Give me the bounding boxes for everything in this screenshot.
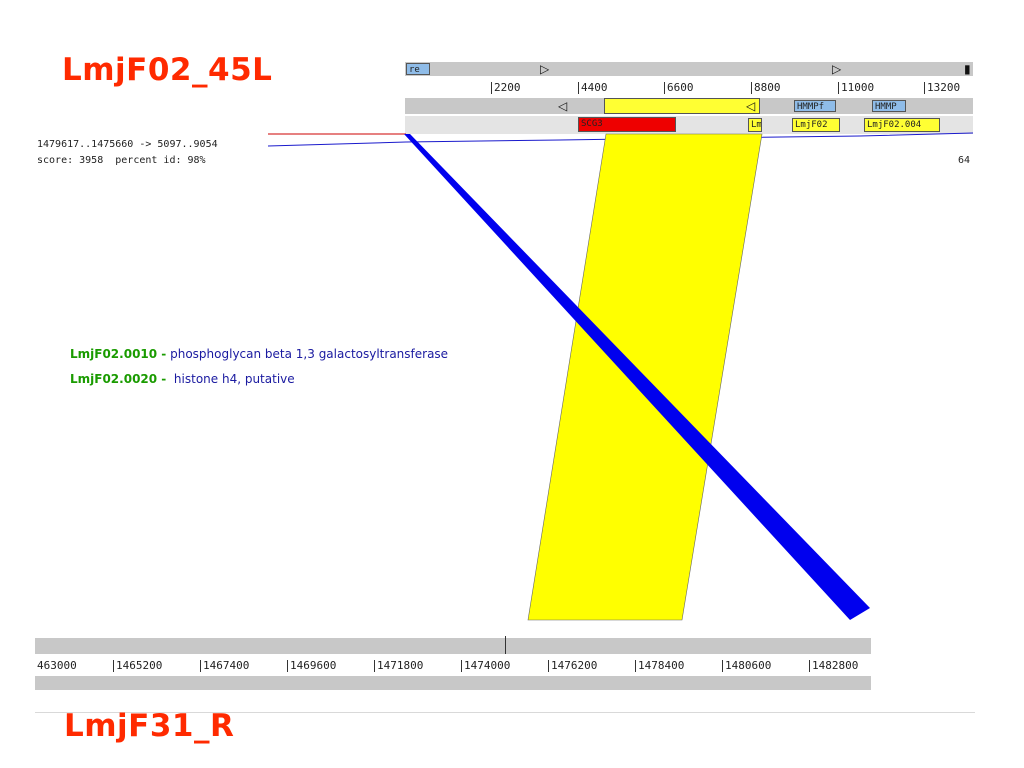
bottom-ruler-tick: 1469600 xyxy=(287,660,336,672)
bottom-ruler-tick: 1471800 xyxy=(374,660,423,672)
gene-separator: - xyxy=(157,372,167,386)
bottom-feature-track-2 xyxy=(35,676,871,690)
bottom-ruler-tick: 1476200 xyxy=(548,660,597,672)
gene-id[interactable]: LmjF02.0010 xyxy=(70,347,157,361)
bottom-ruler-tick: 1465200 xyxy=(113,660,162,672)
bottom-ruler-tick: 463000 xyxy=(37,659,77,672)
bottom-sequence-title: LmjF31_R xyxy=(64,708,235,744)
bottom-ruler-tick: 1480600 xyxy=(722,660,771,672)
bottom-track-marker xyxy=(505,636,506,654)
bottom-feature-track xyxy=(35,638,871,654)
bottom-ruler-tick: 1474000 xyxy=(461,660,510,672)
bottom-ruler-tick: 1467400 xyxy=(200,660,249,672)
gene-description: histone h4, putative xyxy=(166,372,295,386)
bottom-ruler-tick: 1482800 xyxy=(809,660,858,672)
gene-legend-item-2: LmjF02.0020 - histone h4, putative xyxy=(70,372,295,386)
gene-id[interactable]: LmjF02.0020 xyxy=(70,372,157,386)
gene-description: phosphoglycan beta 1,3 galactosyltransfe… xyxy=(166,347,449,361)
bottom-ruler-tick: 1478400 xyxy=(635,660,684,672)
gene-legend-item-1: LmjF02.0010 - phosphoglycan beta 1,3 gal… xyxy=(70,347,448,361)
gene-separator: - xyxy=(157,347,167,361)
